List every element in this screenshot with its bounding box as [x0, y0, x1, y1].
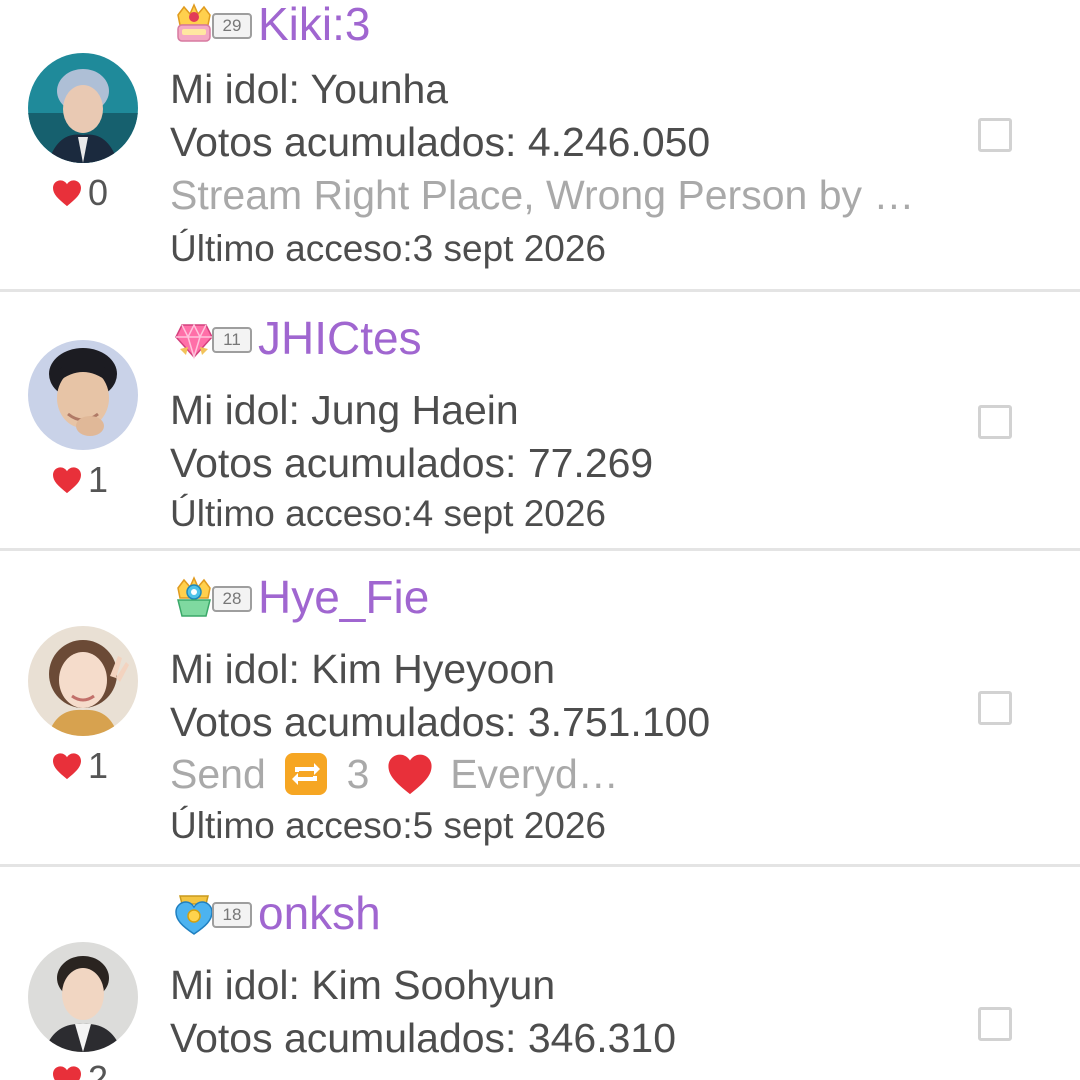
crown-badge-icon [177, 3, 211, 42]
user-row[interactable]: 0 29 Kiki:3 Mi idol: Younha Votos acumul… [0, 0, 1080, 292]
select-checkbox[interactable] [978, 1007, 1012, 1041]
level-badge: 18 [172, 890, 252, 936]
heart-shield-badge-icon [175, 895, 213, 935]
select-checkbox[interactable] [978, 691, 1012, 725]
avatar[interactable] [28, 626, 138, 736]
votes-label: Votos acumulados: 4.246.050 [170, 119, 711, 165]
level-number: 29 [212, 13, 252, 39]
status-message: Stream Right Place, Wrong Person by … [170, 172, 915, 218]
user-row[interactable]: 1 28 Hye_Fie Mi idol: Kim Hyeyoon Votos … [0, 551, 1080, 867]
username[interactable]: onksh [258, 887, 381, 939]
idol-label: Mi idol: Kim Soohyun [170, 962, 556, 1008]
crown-badge-icon [177, 576, 211, 617]
select-checkbox[interactable] [978, 405, 1012, 439]
select-checkbox[interactable] [978, 118, 1012, 152]
like-count[interactable]: 1 [52, 459, 109, 500]
like-count[interactable]: 2 [52, 1058, 109, 1080]
idol-label: Mi idol: Younha [170, 66, 449, 112]
heart-emoji-icon [388, 754, 432, 795]
user-title: 18 onksh [172, 887, 381, 939]
heart-icon [53, 180, 81, 207]
like-count-value: 0 [88, 172, 109, 213]
level-number: 28 [212, 586, 252, 612]
status-text-count: 3 [346, 751, 370, 797]
level-number: 18 [212, 902, 252, 928]
username[interactable]: Kiki:3 [258, 0, 370, 50]
votes-label: Votos acumulados: 346.310 [170, 1015, 677, 1061]
like-count[interactable]: 0 [52, 172, 109, 213]
username[interactable]: Hye_Fie [258, 571, 429, 623]
status-text-send: Send [170, 751, 266, 797]
votes-label: Votos acumulados: 77.269 [170, 440, 654, 486]
level-badge: 11 [172, 315, 252, 361]
avatar[interactable] [28, 53, 138, 163]
heart-icon [53, 467, 81, 494]
avatar[interactable] [28, 340, 138, 450]
user-title: 11 JHICtes [172, 312, 422, 364]
votes-label: Votos acumulados: 3.751.100 [170, 699, 711, 745]
user-list: 0 29 Kiki:3 Mi idol: Younha Votos acumul… [0, 0, 1080, 1080]
user-row[interactable]: 1 11 JHICtes Mi idol: Jung Haein Votos a… [0, 292, 1080, 551]
level-number: 11 [212, 327, 252, 353]
like-count[interactable]: 1 [52, 745, 109, 786]
like-count-value: 2 [88, 1058, 109, 1080]
user-title: 28 Hye_Fie [172, 571, 429, 623]
level-badge: 28 [172, 574, 252, 620]
user-row[interactable]: 2 18 onksh Mi idol: Kim Soohyun Votos ac… [0, 867, 1080, 1080]
last-access: Último acceso:5 sept 2026 [170, 805, 607, 846]
avatar[interactable] [28, 942, 138, 1052]
idol-label: Mi idol: Kim Hyeyoon [170, 646, 556, 692]
like-count-value: 1 [88, 459, 109, 500]
status-message: Send 3 Everyd… [170, 751, 960, 798]
idol-label: Mi idol: Jung Haein [170, 387, 519, 433]
like-count-value: 1 [88, 745, 109, 786]
status-text-rest: Everyd… [450, 751, 619, 797]
heart-gem-badge-icon [175, 323, 213, 360]
last-access: Último acceso:4 sept 2026 [170, 493, 607, 534]
level-badge: 29 [172, 1, 252, 47]
last-access: Último acceso:3 sept 2026 [170, 228, 607, 269]
repeat-icon [285, 753, 328, 795]
heart-icon [53, 1066, 81, 1080]
user-title: 29 Kiki:3 [172, 0, 370, 50]
heart-icon [53, 753, 81, 780]
username[interactable]: JHICtes [258, 312, 422, 364]
